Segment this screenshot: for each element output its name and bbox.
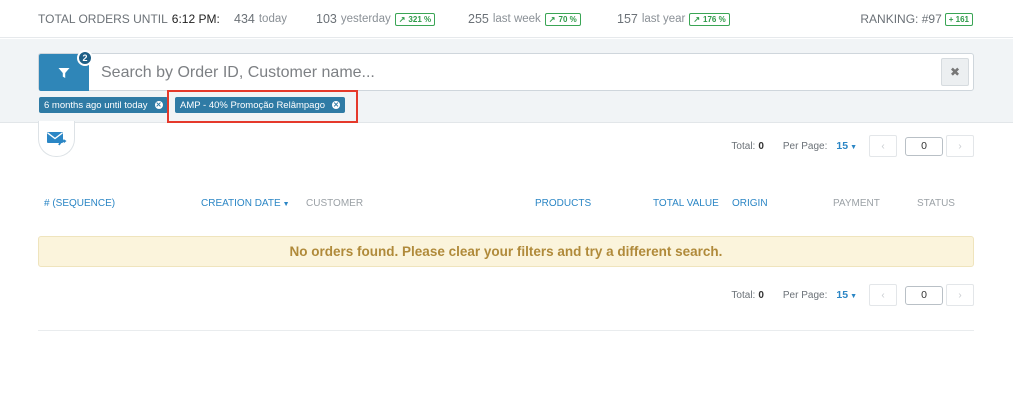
divider [38, 330, 974, 331]
column-customer: CUSTOMER [306, 198, 364, 209]
filter-section: 2 ✖ 6 months ago until today ✕ AMP - 40%… [0, 39, 1013, 123]
total-count: Total: 0 [731, 140, 764, 152]
next-page-button[interactable]: › [946, 135, 974, 157]
column-payment: PAYMENT [833, 198, 880, 209]
pagination-bottom: Total: 0 Per Page: 15 ▼ ‹ 0 › [731, 284, 974, 306]
clear-search-button[interactable]: ✖ [941, 58, 969, 86]
trend-badge: ↗ 70 % [544, 12, 581, 26]
column-status: STATUS [917, 198, 955, 209]
prev-page-button[interactable]: ‹ [869, 284, 897, 306]
stat-yesterday: 103 yesterday ↗ 321 % [316, 12, 436, 26]
stat-today: 434 today [234, 12, 287, 26]
column-origin[interactable]: ORIGIN [732, 198, 768, 209]
column-creation-date[interactable]: CREATION DATE ▼ [201, 198, 290, 209]
chevron-right-icon: › [958, 289, 962, 301]
total-count: Total: 0 [731, 289, 764, 301]
ranking: RANKING: #97 + 161 [860, 12, 973, 26]
stat-last-year: 157 last year ↗ 176 % [617, 12, 730, 26]
pagination-top: Total: 0 Per Page: 15 ▼ ‹ 0 › [731, 135, 974, 157]
caret-down-icon: ▼ [850, 293, 857, 300]
chevron-left-icon: ‹ [881, 289, 885, 301]
page-number-input[interactable]: 0 [905, 136, 943, 156]
chevron-left-icon: ‹ [881, 140, 885, 152]
caret-down-icon: ▼ [850, 144, 857, 151]
stats-time: 6:12 PM: [171, 12, 220, 26]
prev-page-button[interactable]: ‹ [869, 135, 897, 157]
page-number-input[interactable]: 0 [905, 285, 943, 305]
order-stats-bar: TOTAL ORDERS UNTIL 6:12 PM: 434 today 103… [0, 0, 1013, 38]
per-page-label: Per Page: [782, 140, 828, 152]
email-export-button[interactable] [38, 121, 75, 157]
total-orders-label: TOTAL ORDERS UNTIL 6:12 PM: [38, 12, 220, 26]
trend-up-icon: ↗ [693, 14, 701, 24]
highlight-box [167, 90, 358, 123]
search-box: 2 ✖ [38, 50, 974, 91]
ranking-delta-badge: + 161 [944, 12, 973, 26]
per-page-select[interactable]: 15 ▼ [836, 140, 857, 152]
per-page-label: Per Page: [782, 289, 828, 301]
remove-filter-icon[interactable]: ✕ [154, 101, 163, 109]
trend-badge: ↗ 321 % [394, 12, 436, 26]
filter-button[interactable]: 2 [39, 50, 93, 91]
mail-forward-icon [46, 131, 66, 145]
trend-up-icon: ↗ [398, 14, 406, 24]
filter-icon [58, 67, 70, 78]
per-page-select[interactable]: 15 ▼ [836, 289, 857, 301]
stat-last-week: 255 last week ↗ 70 % [468, 12, 581, 26]
caret-down-icon: ▼ [282, 201, 290, 208]
next-page-button[interactable]: › [946, 284, 974, 306]
chevron-right-icon: › [958, 140, 962, 152]
filter-tag-date[interactable]: 6 months ago until today ✕ [39, 97, 168, 113]
search-input[interactable] [101, 54, 931, 91]
column-products[interactable]: PRODUCTS [535, 198, 591, 209]
column-sequence[interactable]: # (SEQUENCE) [44, 198, 115, 209]
empty-results-notice: No orders found. Please clear your filte… [38, 236, 974, 267]
trend-up-icon: ↗ [548, 14, 556, 24]
filter-count-badge: 2 [77, 50, 93, 66]
trend-badge: ↗ 176 % [689, 12, 730, 26]
column-total-value[interactable]: TOTAL VALUE [653, 198, 719, 209]
close-icon: ✖ [949, 65, 961, 79]
